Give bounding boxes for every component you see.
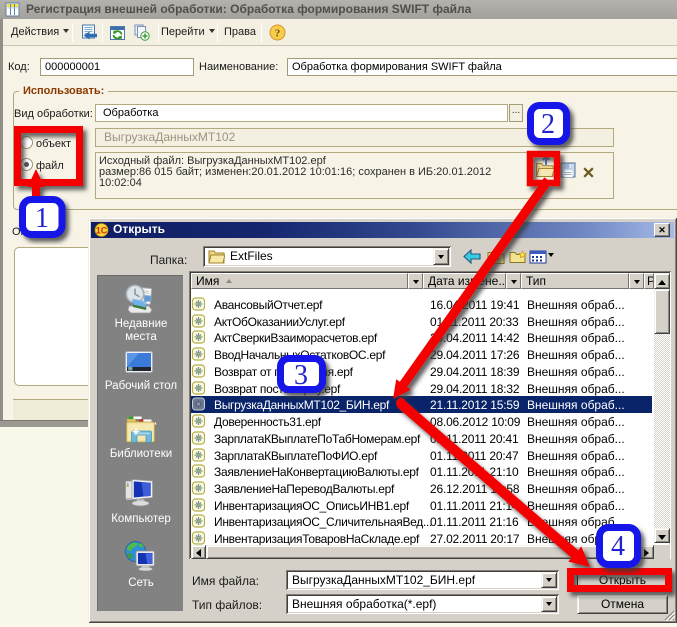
svg-text:?: ? [275,28,281,40]
svg-text:1С: 1С [96,226,108,236]
